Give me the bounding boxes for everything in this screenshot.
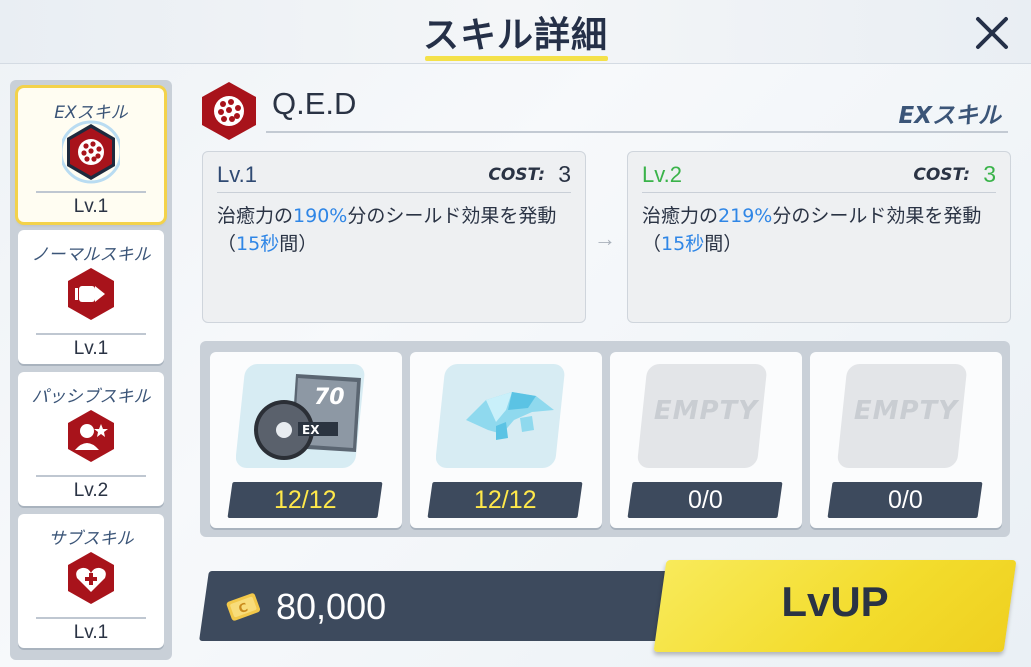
cost-value: 3 (983, 161, 996, 187)
sidebar-item-sub-skill[interactable]: サブスキル Lv.1 (18, 514, 164, 648)
bullet-arrow-icon (68, 268, 114, 320)
sidebar-item-level: Lv.1 (73, 196, 109, 217)
ex-disc-icon: 70 EX (236, 364, 365, 468)
credit-ticket-icon: C (226, 593, 261, 621)
sidebar-item-level: Lv.1 (73, 622, 109, 643)
credit-cost-bar (199, 571, 669, 641)
tab-divider (36, 333, 146, 335)
cost-value: 3 (558, 161, 571, 187)
current-level: Lv.1 (217, 162, 257, 187)
material-count: 12/12 (427, 482, 583, 518)
arrow-right-icon: → (594, 226, 616, 251)
dotted-sphere-icon (62, 120, 120, 184)
sidebar-item-passive-skill[interactable]: パッシブスキル Lv.2 (18, 372, 164, 506)
crystal-fragment-icon (436, 364, 565, 468)
title-underline (425, 56, 608, 61)
empty-label: EMPTY (853, 396, 959, 426)
close-icon (976, 17, 1008, 49)
empty-label: EMPTY (653, 396, 759, 426)
cost-label: COST: (488, 165, 545, 185)
material-slot[interactable]: 12/12 (410, 352, 602, 528)
skill-type: EXスキル (898, 103, 1001, 129)
credit-amount: 80,000 (276, 586, 387, 627)
heart-cross-icon (68, 552, 114, 604)
lvup-button-label[interactable]: LvUP (660, 578, 1010, 626)
divider (217, 192, 571, 193)
skill-name: Q.E.D (272, 86, 357, 121)
person-star-icon (68, 410, 114, 462)
svg-text:70: 70 (314, 385, 345, 410)
tab-divider (36, 475, 146, 477)
svg-text:EX: EX (302, 423, 320, 437)
cost-label: COST: (913, 165, 970, 185)
sidebar-item-normal-skill[interactable]: ノーマルスキル Lv.1 (18, 230, 164, 364)
material-count: 0/0 (827, 482, 983, 518)
skill-description: 治癒力の190%分のシールド効果を発動（15秒間） (217, 205, 557, 255)
next-level-card: Lv.2 COST: 3 治癒力の219%分のシールド効果を発動（15秒間） (627, 151, 1011, 323)
tab-divider (36, 617, 146, 619)
divider (266, 131, 1008, 133)
divider (642, 192, 996, 193)
sidebar-item-level: Lv.2 (73, 480, 109, 501)
tab-divider (36, 191, 146, 193)
material-slot[interactable]: 70 EX 12/12 (210, 352, 402, 528)
material-count: 0/0 (627, 482, 783, 518)
sidebar-item-level: Lv.1 (73, 338, 109, 359)
material-slot-empty: EMPTY 0/0 (610, 352, 802, 528)
close-button[interactable] (968, 6, 1018, 56)
header-bar: スキル詳細 (0, 0, 1031, 64)
skill-description: 治癒力の219%分のシールド効果を発動（15秒間） (642, 205, 982, 255)
page-title: スキル詳細 (422, 15, 608, 56)
current-level-card: Lv.1 COST: 3 治癒力の190%分のシールド効果を発動（15秒間） (202, 151, 586, 323)
next-level: Lv.2 (642, 162, 682, 187)
sidebar-item-ex-skill[interactable]: EXスキル Lv.1 (18, 88, 164, 222)
material-count: 12/12 (227, 482, 383, 518)
material-slot-empty: EMPTY 0/0 (810, 352, 1002, 528)
skill-dotted-sphere-icon (202, 82, 256, 140)
